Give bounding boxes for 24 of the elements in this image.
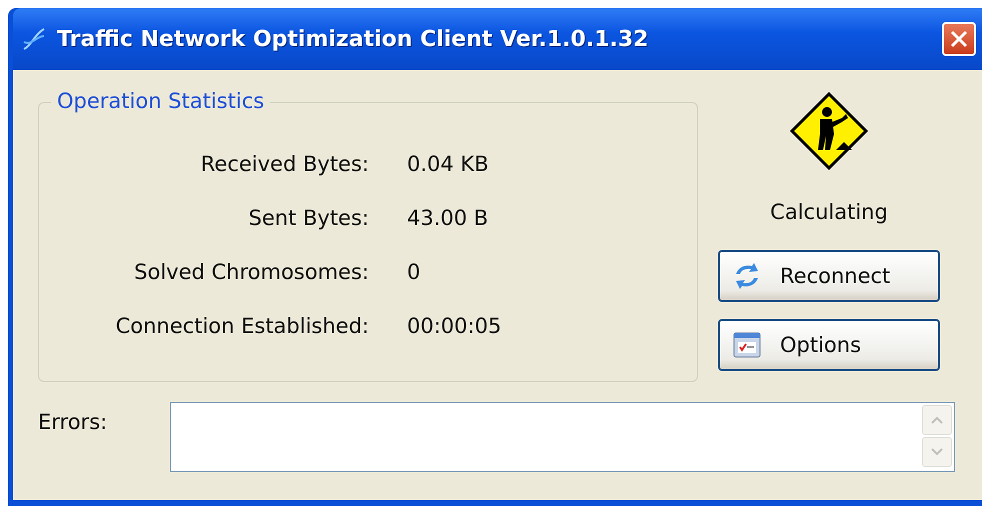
group-title: Operation Statistics bbox=[51, 89, 270, 113]
stat-label: Solved Chromosomes: bbox=[133, 259, 369, 286]
status-text: Calculating bbox=[770, 200, 888, 224]
stat-value: 43.00 B bbox=[407, 205, 490, 232]
stat-label: Sent Bytes: bbox=[248, 205, 369, 232]
stat-value: 0 bbox=[407, 259, 422, 286]
dna-icon bbox=[21, 26, 47, 52]
stat-value: 00:00:05 bbox=[407, 313, 502, 340]
reconnect-button[interactable]: Reconnect bbox=[718, 250, 940, 302]
close-icon bbox=[949, 29, 969, 49]
worker-sign-icon bbox=[790, 92, 868, 170]
stat-label: Received Bytes: bbox=[200, 151, 369, 178]
chevron-up-icon bbox=[930, 415, 944, 425]
window-check-icon bbox=[732, 330, 762, 360]
window-title: Traffic Network Optimization Client Ver.1.0.1.32 bbox=[57, 26, 648, 52]
close-button[interactable] bbox=[942, 22, 976, 56]
chevron-down-icon bbox=[930, 447, 944, 457]
scroll-up-button[interactable] bbox=[922, 405, 952, 435]
stat-label: Connection Established: bbox=[114, 313, 369, 340]
options-button[interactable]: Options bbox=[718, 319, 940, 371]
stat-value: 0.04 KB bbox=[407, 151, 490, 178]
errors-field[interactable] bbox=[170, 402, 955, 472]
errors-label: Errors: bbox=[38, 409, 108, 434]
scroll-down-button[interactable] bbox=[922, 437, 952, 467]
